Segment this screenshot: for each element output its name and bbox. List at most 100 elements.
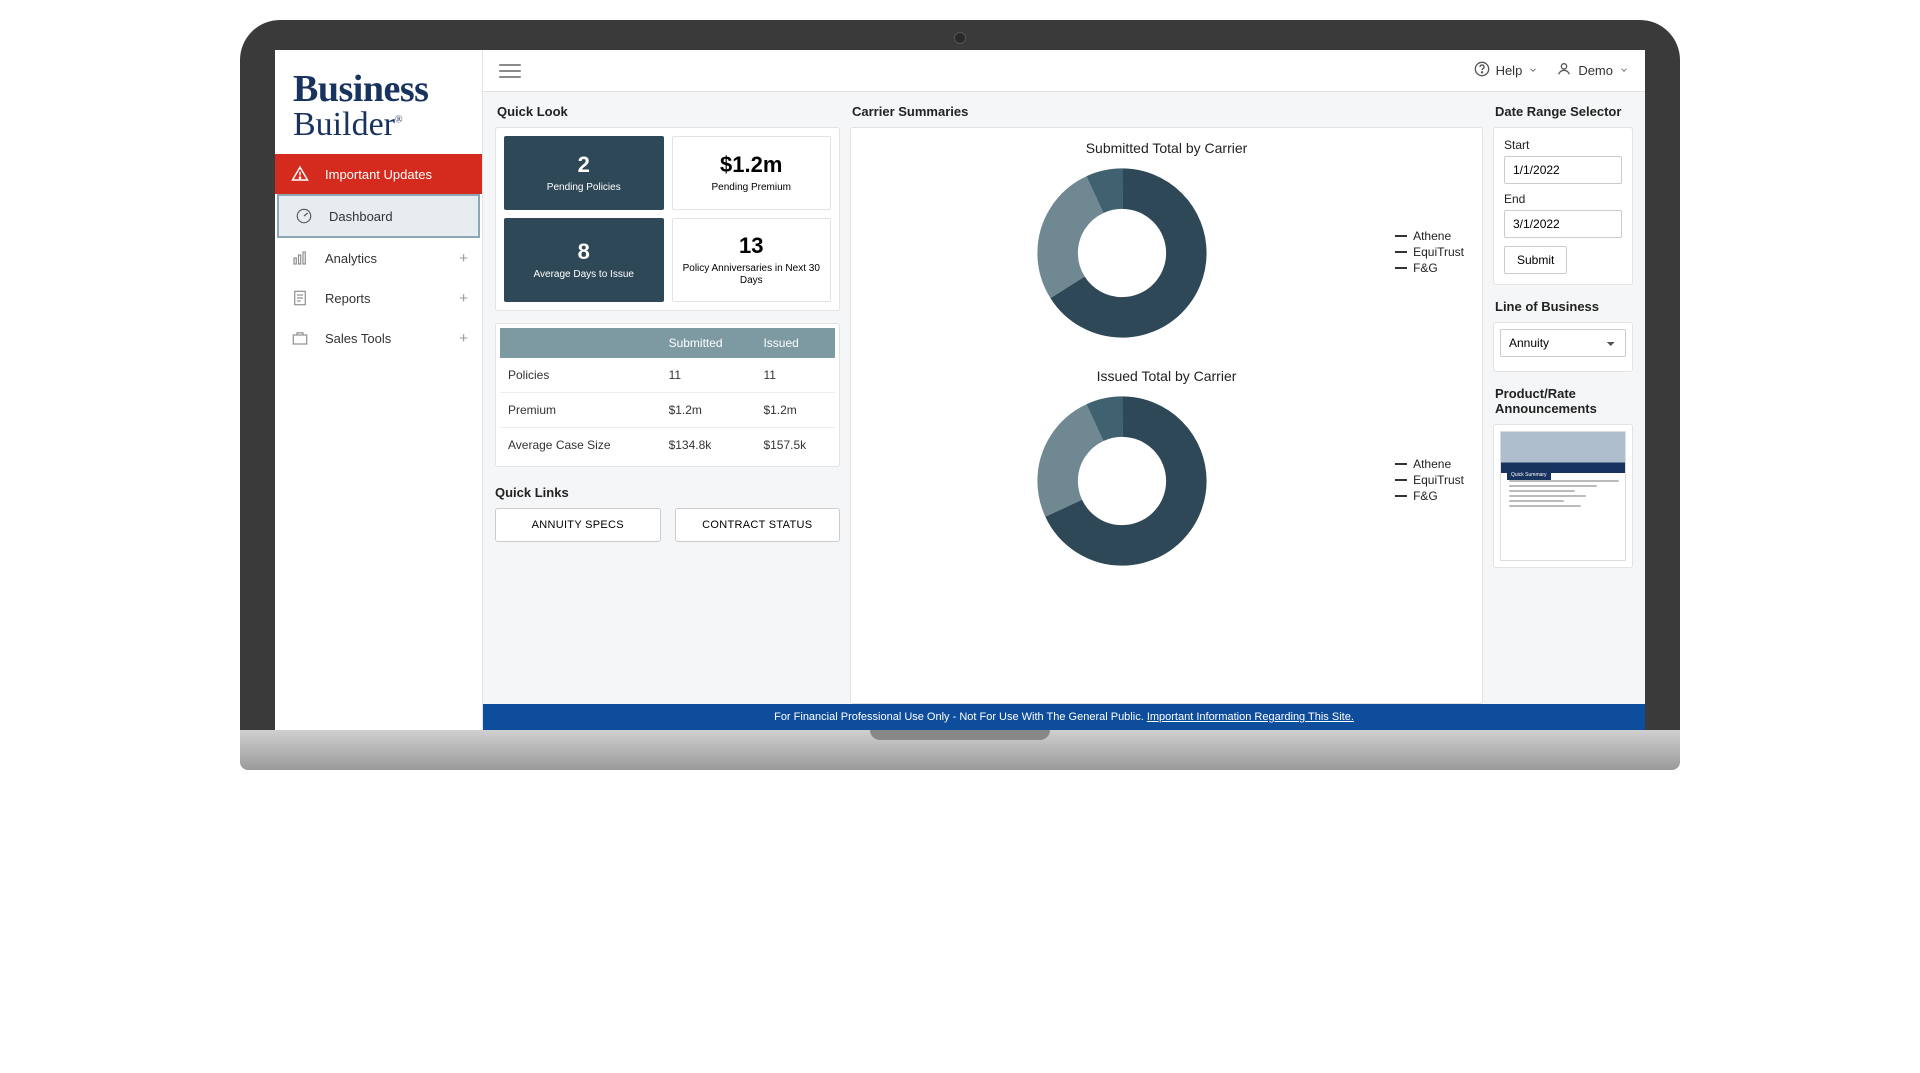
footer-text: For Financial Professional Use Only - No… (774, 711, 1147, 723)
logo-line1: Business (293, 70, 464, 108)
start-label: Start (1504, 138, 1622, 152)
end-label: End (1504, 192, 1622, 206)
chart-title-submitted: Submitted Total by Carrier (869, 140, 1464, 156)
stat-anniversaries[interactable]: 13 Policy Anniversaries in Next 30 Days (672, 218, 832, 302)
sidebar-item-label: Reports (325, 291, 371, 306)
stat-label: Pending Policies (547, 182, 621, 194)
footer: For Financial Professional Use Only - No… (483, 704, 1645, 730)
warning-icon (289, 165, 311, 183)
announcement-thumbnail: Quick Summary (1500, 431, 1626, 561)
footer-link[interactable]: Important Information Regarding This Sit… (1147, 711, 1354, 723)
date-range-card: Start End Submit (1493, 127, 1633, 285)
quick-look-title: Quick Look (497, 104, 840, 119)
table-header (500, 328, 661, 358)
seg-label-fg: 7% (904, 263, 920, 275)
stat-value: 8 (578, 239, 590, 265)
seg-label-athene: 68% (999, 521, 1021, 533)
chart-legend: Athene EquiTrust F&G (1395, 457, 1464, 505)
stat-label: Policy Anniversaries in Next 30 Days (679, 263, 825, 287)
menu-toggle-button[interactable] (499, 64, 521, 78)
logo-line2-text: Builder (293, 106, 395, 143)
table-header: Issued (755, 328, 835, 358)
quick-look-table: Submitted Issued Policies 11 11 (495, 323, 840, 467)
quick-links-title: Quick Links (495, 485, 840, 500)
lob-select[interactable]: Annuity (1500, 329, 1626, 357)
sidebar: Business Builder® Important Updates (275, 50, 483, 730)
quick-look-card: 2 Pending Policies $1.2m Pending Premium… (495, 127, 840, 311)
logo-mark: ® (395, 115, 403, 126)
carrier-summaries-card: Submitted Total by Carrier (850, 127, 1483, 704)
user-label: Demo (1578, 63, 1613, 78)
sidebar-item-label: Dashboard (329, 209, 393, 224)
sidebar-item-label: Analytics (325, 251, 377, 266)
user-menu[interactable]: Demo (1556, 61, 1629, 80)
announcements-card[interactable]: Quick Summary (1493, 424, 1633, 568)
stat-value: 13 (739, 233, 763, 259)
announcements-title: Product/Rate Announcements (1495, 386, 1633, 416)
legend-label: F&G (1413, 261, 1438, 275)
lob-card: Annuity (1493, 322, 1633, 372)
legend-label: Athene (1413, 229, 1451, 243)
lob-title: Line of Business (1495, 299, 1633, 314)
cell: $1.2m (661, 393, 756, 428)
chart-legend: Athene EquiTrust F&G (1395, 229, 1464, 277)
sidebar-item-label: Important Updates (325, 167, 432, 182)
end-date-input[interactable] (1504, 210, 1622, 238)
legend-label: F&G (1413, 489, 1438, 503)
expand-icon: + (459, 330, 468, 347)
annuity-specs-button[interactable]: ANNUITY SPECS (495, 508, 661, 542)
stat-label: Pending Premium (712, 182, 791, 194)
topbar: Help Demo (483, 50, 1645, 92)
sidebar-item-analytics[interactable]: Analytics + (275, 238, 482, 278)
cell: $134.8k (661, 428, 756, 463)
legend-label: EquiTrust (1413, 473, 1464, 487)
table-row: Average Case Size $134.8k $157.5k (500, 428, 835, 463)
logo-line2: Builder® (293, 108, 464, 142)
chart-title-issued: Issued Total by Carrier (869, 368, 1464, 384)
cell: $157.5k (755, 428, 835, 463)
start-date-input[interactable] (1504, 156, 1622, 184)
stat-pending-premium[interactable]: $1.2m Pending Premium (672, 136, 832, 210)
seg-label-fg: 7% (904, 491, 920, 503)
stat-avg-days-issue[interactable]: 8 Average Days to Issue (504, 218, 664, 302)
cell: 11 (661, 358, 756, 393)
seg-label-athene: 66% (999, 288, 1021, 300)
stat-value: 2 (578, 152, 590, 178)
expand-icon: + (459, 250, 468, 267)
cell: $1.2m (755, 393, 835, 428)
seg-label-equitrust: 27% (919, 198, 941, 210)
sidebar-item-sales-tools[interactable]: Sales Tools + (275, 318, 482, 358)
sidebar-item-reports[interactable]: Reports + (275, 278, 482, 318)
help-label: Help (1496, 63, 1523, 78)
expand-icon: + (459, 290, 468, 307)
donut-chart-issued: 68% 25% 7% (869, 396, 1375, 566)
row-header: Policies (500, 358, 661, 393)
stat-value: $1.2m (720, 152, 782, 178)
cell: 11 (755, 358, 835, 393)
user-icon (1556, 61, 1572, 80)
logo: Business Builder® (275, 50, 482, 154)
gauge-icon (293, 207, 315, 225)
legend-label: Athene (1413, 457, 1451, 471)
date-range-title: Date Range Selector (1495, 104, 1633, 119)
sidebar-item-important-updates[interactable]: Important Updates (275, 154, 482, 194)
briefcase-icon (289, 329, 311, 347)
legend-label: EquiTrust (1413, 245, 1464, 259)
chevron-down-icon (1619, 63, 1629, 78)
seg-label-equitrust: 25% (919, 426, 941, 438)
document-icon (289, 289, 311, 307)
submit-button[interactable]: Submit (1504, 246, 1567, 274)
table-header: Submitted (661, 328, 756, 358)
sidebar-item-label: Sales Tools (325, 331, 391, 346)
donut-chart-submitted: 66% 27% 7% (869, 168, 1375, 338)
help-menu[interactable]: Help (1474, 61, 1539, 80)
sidebar-item-dashboard[interactable]: Dashboard (277, 194, 480, 238)
stat-label: Average Days to Issue (534, 269, 634, 281)
contract-status-button[interactable]: CONTRACT STATUS (675, 508, 841, 542)
row-header: Premium (500, 393, 661, 428)
carrier-summaries-title: Carrier Summaries (852, 104, 1483, 119)
camera-icon (954, 32, 966, 44)
table-row: Premium $1.2m $1.2m (500, 393, 835, 428)
table-row: Policies 11 11 (500, 358, 835, 393)
stat-pending-policies[interactable]: 2 Pending Policies (504, 136, 664, 210)
